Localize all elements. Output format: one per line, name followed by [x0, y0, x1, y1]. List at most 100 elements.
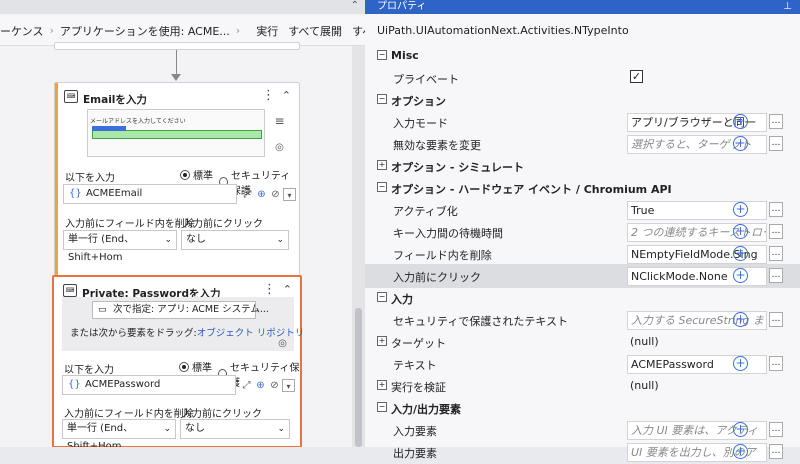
expand-all-button[interactable]: すべて展開 [288, 23, 342, 39]
plus-icon[interactable]: ⊕ [255, 188, 268, 201]
ellipsis-button[interactable]: … [769, 312, 783, 327]
menu-lines-icon[interactable]: ≡ [273, 115, 286, 128]
email-card-title: Emailを入力 [83, 94, 147, 106]
dropdown-arrow-icon[interactable]: ▾ [282, 379, 295, 392]
input-text-label: 以下を入力 [65, 173, 115, 184]
plus-icon[interactable]: + [733, 422, 748, 437]
plus-icon[interactable]: + [733, 136, 748, 151]
password-value-input[interactable]: {} ACMEPassword [62, 375, 236, 395]
collapse-card-icon[interactable]: ⌃ [283, 283, 292, 296]
plus-icon[interactable]: + [733, 444, 748, 459]
clear-field-label: 入力前にフィールド内を削除 [65, 219, 195, 230]
breadcrumb-item-sequence[interactable]: ーケンス [0, 23, 43, 39]
indicate-target-button[interactable]: ▭ 次で指定: アプリ: ACME システム... [92, 301, 269, 319]
category-label: 入力 [391, 293, 413, 306]
click-before-select[interactable]: なし ⌄ [181, 230, 289, 250]
property-row[interactable]: セキュリティで保護されたテキスト 入力する SecureString ま +… [365, 308, 800, 332]
property-row[interactable]: テキスト ACMEPassword +… [365, 352, 800, 376]
property-row[interactable]: プライベート ✓ [365, 66, 800, 90]
expand-icon[interactable]: + [377, 160, 387, 170]
email-value-input[interactable]: {} ACMEEmail [63, 184, 237, 204]
property-row[interactable]: − オプション - ハードウェア イベント / Chromium API [365, 176, 800, 200]
radio-standard[interactable]: 標準 [179, 359, 212, 374]
plus-icon[interactable]: + [733, 268, 748, 283]
property-row[interactable]: 入力前にクリック NClickMode.None +… [365, 264, 800, 288]
property-row[interactable]: 入力要素 入力 UI 要素は、アクティ +… [365, 418, 800, 442]
property-row[interactable]: + ターゲット (null) [365, 330, 800, 354]
preview-target-highlight [92, 130, 262, 139]
expand-editor-icon[interactable]: ⤢ [240, 379, 253, 392]
target-indication-area: ▭ 次で指定: アプリ: ACME システム... または次から要素をドラッグ:… [62, 297, 304, 351]
property-row[interactable]: − 入力/出力要素 [365, 396, 800, 420]
property-row[interactable]: 無効な要素を変更 選択すると、ターゲット +… [365, 132, 800, 156]
collapse-icon[interactable]: − [377, 94, 387, 104]
ellipsis-button[interactable]: … [769, 224, 783, 239]
property-row[interactable]: アクティブ化 True +… [365, 198, 800, 222]
collapse-card-icon[interactable]: ⌃ [282, 89, 291, 102]
property-row[interactable]: − オプション [365, 88, 800, 112]
chevron-up-icon[interactable]: ⌃ [351, 0, 359, 11]
radio-standard[interactable]: 標準 [180, 167, 213, 182]
category-label: オプション [391, 95, 446, 108]
breadcrumb-item-use-app[interactable]: アプリケーションを使用: ACME... [60, 23, 230, 39]
email-type-into-card[interactable]: ⌨ Emailを入力 ⋮ ⌃ メールアドレスを入力してください ≡ ◎ 以下を入… [54, 82, 300, 290]
ellipsis-button[interactable]: … [769, 202, 783, 217]
plus-icon[interactable]: + [733, 224, 748, 239]
scrollbar-thumb[interactable] [355, 308, 362, 447]
property-row[interactable]: + オプション - シミュレート [365, 154, 800, 178]
property-row[interactable]: − 入力 [365, 286, 800, 310]
click-before-label: 入力前にクリック [183, 219, 263, 230]
password-type-into-card[interactable]: ⌨ Private: Passwordを入力 ⋮ ⌃ ▭ 次で指定: アプリ: … [52, 275, 304, 447]
property-row[interactable]: 入力モード アプリ/ブラウザーと同一 +… [365, 110, 800, 134]
collapse-icon[interactable]: − [377, 182, 387, 192]
clear-field-select[interactable]: 単一行 (End、Shift+Hom ⌄ [63, 230, 177, 263]
ellipsis-button[interactable]: … [769, 268, 783, 283]
plus-icon[interactable]: + [733, 246, 748, 261]
plus-icon[interactable]: + [733, 202, 748, 217]
clear-field-select[interactable]: 単一行 (End、Shift+Hom ⌄ [62, 419, 176, 447]
plus-icon[interactable]: + [733, 114, 748, 129]
target-screenshot-preview[interactable]: メールアドレスを入力してください [87, 109, 265, 157]
plus-icon[interactable]: + [733, 356, 748, 371]
plus-icon[interactable]: ⊕ [254, 379, 267, 392]
eye-off-icon[interactable]: ⊘ [268, 379, 281, 392]
property-row[interactable]: キー入力間の待機時間 2 つの連続するキーストロー +… [365, 220, 800, 244]
private-checkbox[interactable]: ✓ [630, 70, 643, 83]
property-row[interactable]: フィールド内を削除 NEmptyFieldMode.Sing +… [365, 242, 800, 266]
dropdown-arrow-icon[interactable]: ▾ [283, 188, 296, 201]
eye-off-icon[interactable]: ⊘ [269, 188, 282, 201]
property-row[interactable]: + 実行を検証 (null) [365, 374, 800, 398]
properties-header-title: プロパティ [377, 1, 427, 12]
ellipsis-button[interactable]: … [769, 356, 783, 371]
ellipsis-button[interactable]: … [769, 114, 783, 129]
kebab-menu-icon[interactable]: ⋮ [263, 282, 276, 297]
collapse-all-button[interactable]: すべて折りたたむ [352, 23, 365, 39]
target-options-icon[interactable]: ◎ [273, 141, 286, 154]
collapse-icon[interactable]: − [377, 402, 387, 412]
connector-line [176, 50, 177, 74]
password-value-text: ACMEPassword [85, 379, 161, 390]
plus-icon[interactable]: + [733, 312, 748, 327]
target-options-icon[interactable]: ◎ [276, 337, 289, 350]
expand-icon[interactable]: + [377, 336, 387, 346]
ellipsis-button[interactable]: … [769, 422, 783, 437]
pin-icon[interactable]: ⊥ [783, 0, 792, 14]
drag-hint-text: または次から要素をドラッグ: [70, 328, 197, 339]
breadcrumb-separator-icon: › [49, 24, 54, 37]
ellipsis-button[interactable]: … [769, 246, 783, 261]
expand-editor-icon[interactable]: ⤢ [241, 188, 254, 201]
previous-activity-card[interactable] [54, 42, 300, 50]
run-button[interactable]: 実行 [256, 23, 278, 39]
designer-scrollbar[interactable] [352, 46, 365, 447]
activity-accent-bar [55, 83, 58, 289]
property-value: (null) [630, 335, 659, 348]
expand-icon[interactable]: + [377, 380, 387, 390]
click-before-select[interactable]: なし ⌄ [180, 419, 290, 439]
property-row[interactable]: − Misc [365, 44, 800, 68]
ellipsis-button[interactable]: … [769, 136, 783, 151]
collapse-icon[interactable]: − [377, 292, 387, 302]
collapse-icon[interactable]: − [377, 50, 387, 60]
kebab-menu-icon[interactable]: ⋮ [262, 88, 275, 103]
ellipsis-button[interactable]: … [769, 444, 783, 459]
property-row[interactable]: 出力要素 UI 要素を出力し、別のア +… [365, 440, 800, 464]
